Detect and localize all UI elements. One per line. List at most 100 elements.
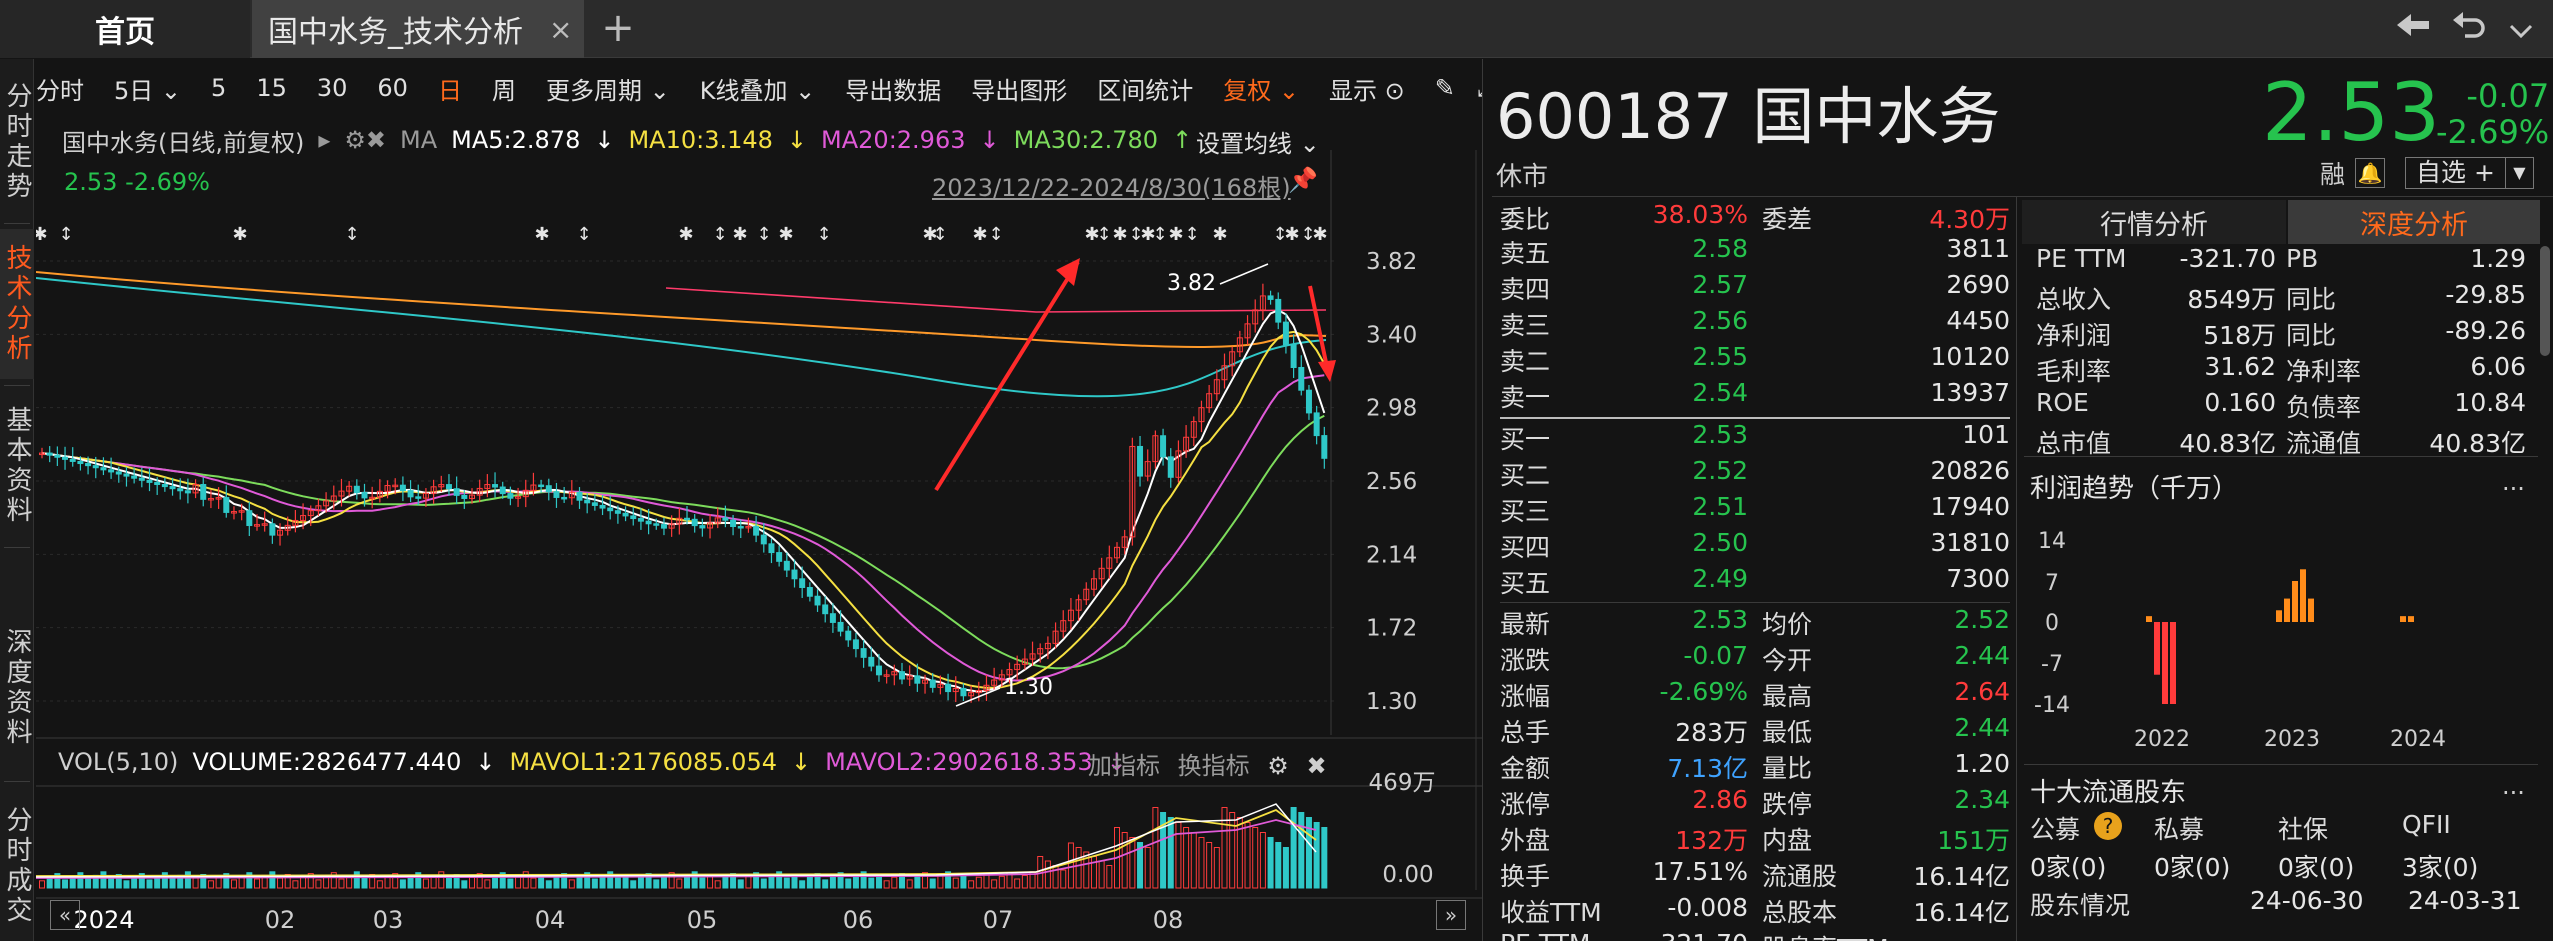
left-tab-basic-info[interactable]: 基本资料 — [0, 391, 34, 541]
ask-row[interactable]: 卖三 2.56 4450 — [1500, 306, 2010, 342]
left-tab-trades[interactable]: 分时成交 — [0, 791, 34, 941]
candle-body — [691, 518, 698, 527]
bell-icon[interactable]: 🔔 — [2355, 158, 2386, 188]
candle-body — [1282, 321, 1289, 346]
fund-label: ROE — [2036, 388, 2089, 417]
scroll-left-button[interactable]: « — [50, 900, 80, 930]
back-arrow-icon[interactable] — [2392, 8, 2434, 50]
tab-deep-analysis[interactable]: 深度分析 — [2288, 200, 2540, 244]
volume-bar — [292, 880, 299, 889]
period-60min[interactable]: 60 — [377, 74, 408, 102]
period-30min[interactable]: 30 — [317, 74, 348, 102]
scrollbar[interactable] — [2540, 246, 2550, 356]
quote-row: 换手 17.51% 流通股 16.14亿 — [1500, 857, 2010, 893]
bid-row[interactable]: 买三 2.51 17940 — [1500, 492, 2010, 528]
quote-row: 涨跌 -0.07 今开 2.44 — [1500, 641, 2010, 677]
profit-bar — [2308, 598, 2314, 622]
switch-indicator-button[interactable]: 换指标 — [1178, 752, 1250, 780]
gear-icon[interactable]: ⚙ — [1267, 752, 1289, 780]
bid-row[interactable]: 买四 2.50 31810 — [1500, 528, 2010, 564]
candle-body — [860, 648, 867, 658]
candle-body — [553, 491, 560, 498]
volume-legend: VOL(5,10) VOLUME:2826477.440 ↓ MAVOL1:217… — [58, 746, 1141, 778]
book-price: 2.55 — [1692, 342, 1748, 371]
export-data-button[interactable]: 导出数据 — [845, 71, 941, 106]
holder-type: 私募 — [2154, 815, 2205, 844]
chart-toolbar: 分时 5日 ⌄ 5 15 30 60 日 周 更多周期 ⌄ K线叠加 ⌄ 导出数… — [36, 62, 1496, 114]
volume-line — [36, 803, 1317, 878]
volume-bar — [829, 875, 836, 889]
left-tab-deep-info[interactable]: 深度资料 — [0, 613, 34, 763]
profit-bar — [2154, 622, 2160, 675]
period-5min[interactable]: 5 — [211, 74, 226, 102]
volume-bar — [722, 876, 729, 889]
quote-label: PE TTM — [1500, 929, 1591, 941]
volume-bar — [461, 880, 468, 889]
bid-row[interactable]: 买二 2.52 20826 — [1500, 456, 2010, 492]
period-15min[interactable]: 15 — [256, 74, 287, 102]
ask-row[interactable]: 卖四 2.57 2690 — [1500, 270, 2010, 306]
event-marker: ↕ — [756, 224, 771, 245]
scroll-right-button[interactable]: » — [1436, 900, 1466, 930]
volume-bar — [1244, 822, 1251, 889]
chevron-down-icon[interactable] — [2500, 8, 2542, 50]
fund-value: -321.70 — [2179, 244, 2277, 273]
mavol2-value: MAVOL2:2902618.353 — [825, 748, 1093, 776]
left-tab-technical[interactable]: 技术分析 — [0, 229, 34, 379]
export-graph-button[interactable]: 导出图形 — [971, 71, 1067, 106]
tab-home[interactable]: 首页 — [0, 0, 250, 58]
candle-body — [1290, 344, 1297, 369]
high-label: 3.82 — [1167, 271, 1216, 296]
book-price: 2.49 — [1692, 564, 1748, 593]
volume-bar — [215, 876, 222, 889]
candle-body — [622, 512, 629, 517]
add-tab-icon[interactable]: + — [596, 6, 640, 50]
volume-bar — [891, 876, 898, 889]
period-day[interactable]: 日 — [438, 71, 462, 106]
tab-market-analysis[interactable]: 行情分析 — [2022, 200, 2286, 244]
ask-row[interactable]: 卖五 2.58 3811 — [1500, 234, 2010, 270]
period-5day[interactable]: 5日 ⌄ — [114, 71, 181, 106]
period-week[interactable]: 周 — [492, 71, 516, 106]
ask-row[interactable]: 卖一 2.54 13937 — [1500, 378, 2010, 414]
display-dropdown[interactable]: 显示 ⊙ — [1329, 71, 1405, 106]
book-label: 卖二 — [1500, 347, 1551, 376]
add-indicator-button[interactable]: 加指标 — [1088, 752, 1160, 780]
close-icon[interactable]: × — [549, 13, 572, 46]
kline-overlay-dropdown[interactable]: K线叠加 ⌄ — [700, 71, 816, 106]
ask-row[interactable]: 卖二 2.55 10120 — [1500, 342, 2010, 378]
period-intraday[interactable]: 分时 — [36, 71, 84, 106]
add-watchlist-button[interactable]: 自选 + — [2405, 157, 2506, 189]
help-icon[interactable]: ? — [2094, 812, 2122, 840]
undo-icon[interactable] — [2448, 8, 2490, 50]
quote-label: 总手 — [1500, 718, 1551, 747]
bid-row[interactable]: 买一 2.53 101 — [1500, 420, 2010, 456]
candle-body — [62, 456, 69, 460]
brush-icon[interactable]: ✎ — [1435, 74, 1455, 102]
watchlist-dropdown-icon[interactable]: ▼ — [2505, 157, 2534, 189]
candle-body — [945, 683, 952, 693]
more-periods-dropdown[interactable]: 更多周期 ⌄ — [546, 71, 670, 106]
volume-bar — [530, 877, 537, 889]
range-stats-button[interactable]: 区间统计 — [1097, 71, 1193, 106]
profit-more-icon[interactable]: ... — [2502, 468, 2525, 496]
volume-bar — [637, 876, 644, 889]
x-axis-label: 04 — [535, 906, 566, 934]
book-label: 卖三 — [1500, 311, 1551, 340]
volume-bar — [568, 879, 575, 889]
event-marker: ✱ — [778, 224, 793, 245]
tab-technical-analysis[interactable]: 国中水务_技术分析 × — [252, 0, 584, 58]
close-icon[interactable]: ✖ — [1306, 752, 1326, 780]
candle-body — [653, 523, 660, 526]
left-tab-intraday[interactable]: 分时走势 — [0, 67, 34, 217]
candle-body — [453, 488, 460, 496]
volume-bar — [353, 871, 360, 889]
kline-chart[interactable]: ✱ ↕ ✱ ↕ ✱ ↕ ✱ ↕ ✱ ↕ ✱ ↕ ✱↕ ✱ ↕ ✱↕ ✱ ↕✱↕ ✱ ↕ ✱ ↕✱ ↕✱3.821.30 3.… — [36, 150, 1482, 940]
volume-bar — [714, 880, 721, 889]
adjust-dropdown[interactable]: 复权 ⌄ — [1223, 71, 1299, 106]
volume-bar — [100, 871, 107, 889]
bid-row[interactable]: 买五 2.49 7300 — [1500, 564, 2010, 600]
holders-more-icon[interactable]: ... — [2502, 772, 2525, 800]
fund-value: 0.160 — [2204, 388, 2276, 417]
book-price: 2.58 — [1692, 234, 1748, 263]
